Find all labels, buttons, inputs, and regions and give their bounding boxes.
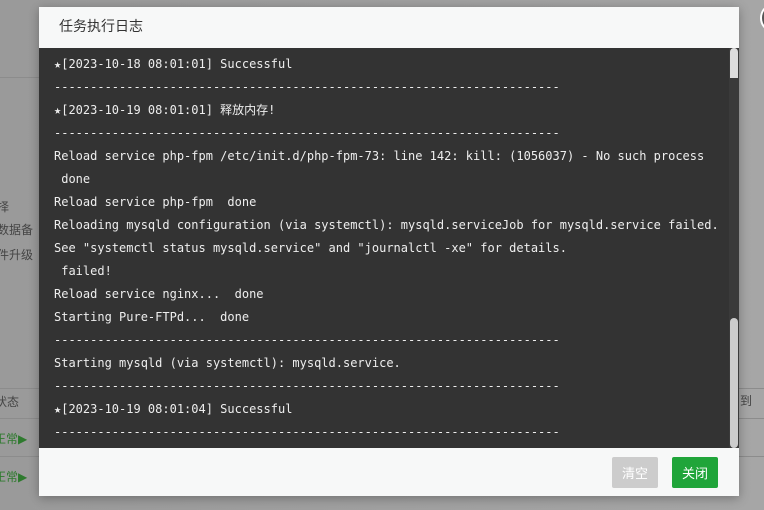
log-line: ----------------------------------------… [54, 126, 560, 140]
dialog-title: 任务执行日志 [59, 19, 143, 35]
close-button[interactable]: 关闭 [672, 457, 718, 488]
log-line: ----------------------------------------… [54, 80, 560, 94]
log-line: ----------------------------------------… [54, 379, 560, 393]
log-line: Starting Pure-FTPd... done [54, 310, 250, 324]
divider [0, 77, 39, 78]
status-ok: 正常▶ [0, 432, 28, 446]
bg-text: 件升级 [0, 248, 34, 262]
bg-text: 到 [740, 394, 753, 408]
log-line: done [54, 172, 91, 186]
log-line: ----------------------------------------… [54, 333, 560, 347]
log-line: Reload service nginx... done [54, 287, 264, 301]
log-line: ★[2023-10-19 08:01:04] Successful [54, 402, 293, 416]
log-line: Reload service php-fpm done [54, 195, 257, 209]
log-line: See "systemctl status mysqld.service" an… [54, 241, 567, 255]
log-line: failed! [54, 264, 112, 278]
scrollbar[interactable] [729, 48, 739, 448]
log-output: ★[2023-10-18 08:01:01] Successful -------… [39, 48, 739, 448]
bg-text: 状态 [0, 395, 20, 409]
log-line: Starting mysqld (via systemctl): mysqld.… [54, 356, 401, 370]
scrollbar-thumb[interactable] [730, 318, 738, 448]
bg-text: 数据备 [0, 223, 34, 237]
log-line: Reloading mysqld configuration (via syst… [54, 218, 719, 232]
log-line: Reload service php-fpm /etc/init.d/php-f… [54, 149, 705, 163]
log-line: ----------------------------------------… [54, 425, 560, 439]
bg-text: 择 [0, 200, 10, 214]
task-log-dialog: 任务执行日志 ★[2023-10-18 08:01:01] Successful… [39, 3, 764, 496]
clear-button[interactable]: 清空 [612, 457, 658, 488]
log-line: ★[2023-10-18 08:01:01] Successful [54, 57, 293, 71]
dialog-footer: 清空 关闭 [39, 448, 739, 496]
status-ok: 正常▶ [0, 470, 28, 484]
log-line: ★[2023-10-19 08:01:01] 释放内存! [54, 103, 276, 117]
